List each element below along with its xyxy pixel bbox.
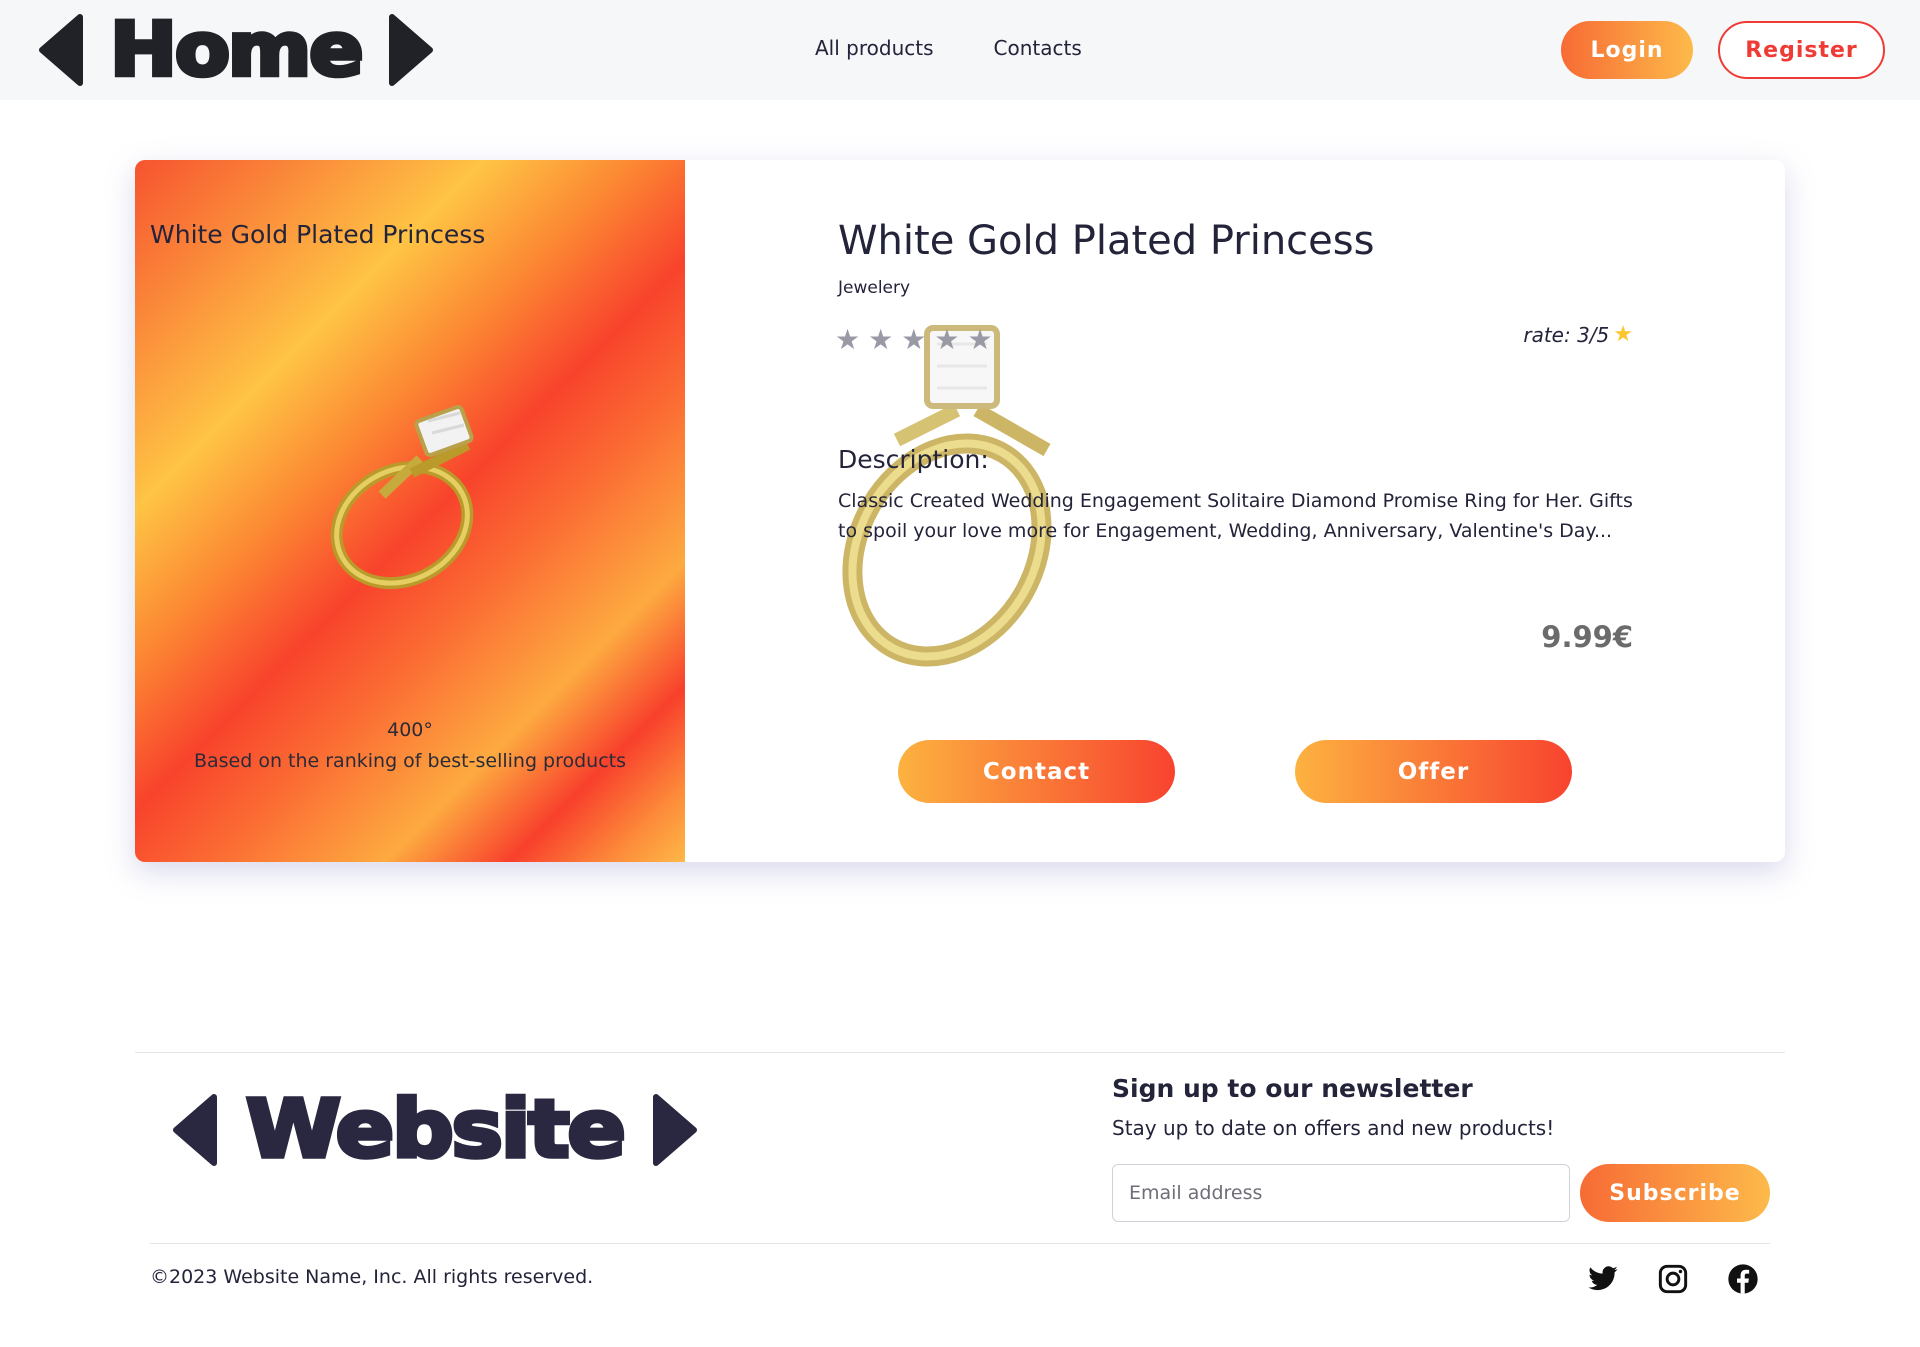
site-header: Home All products Contacts Login Registe…	[0, 0, 1920, 100]
nav-contacts[interactable]: Contacts	[994, 36, 1082, 60]
rate-label: rate: 3/5	[1523, 322, 1610, 347]
product-card: White Gold Plated Princess 400° Based on…	[135, 160, 1785, 862]
star-icon[interactable]: ★	[835, 323, 860, 356]
product-price: 9.99€	[1541, 620, 1633, 654]
rating-stars[interactable]: ★ ★ ★ ★ ★	[835, 323, 993, 356]
footer-divider	[150, 1243, 1770, 1244]
ring-image	[330, 405, 474, 590]
newsletter-title: Sign up to our newsletter	[1112, 1074, 1473, 1103]
footer-logo[interactable]: Website	[170, 1085, 700, 1175]
twitter-icon[interactable]	[1587, 1263, 1619, 1295]
product-details: White Gold Plated Princess Jewelery ★ ★ …	[685, 160, 1785, 862]
chevron-left-icon	[173, 1094, 217, 1166]
rank-note: Based on the ranking of best-selling pro…	[193, 750, 627, 772]
facebook-icon[interactable]	[1727, 1263, 1759, 1295]
copyright: ©2023 Website Name, Inc. All rights rese…	[150, 1266, 594, 1288]
description-heading: Description:	[838, 445, 989, 474]
main-nav: All products Contacts	[815, 36, 1082, 60]
newsletter-subtitle: Stay up to date on offers and new produc…	[1112, 1116, 1555, 1140]
star-icon[interactable]: ★	[967, 323, 992, 356]
star-icon[interactable]: ★	[934, 323, 959, 356]
rank-value: 400°	[387, 719, 433, 741]
login-button[interactable]: Login	[1561, 21, 1693, 79]
rating-summary: rate: 3/5 ★	[1523, 322, 1633, 347]
offer-button[interactable]: Offer	[1295, 740, 1572, 803]
brand-text: Home	[108, 6, 367, 93]
email-input[interactable]	[1112, 1164, 1570, 1222]
footer-divider	[135, 1052, 1785, 1053]
subscribe-button[interactable]: Subscribe	[1580, 1164, 1770, 1222]
contact-button[interactable]: Contact	[898, 740, 1175, 803]
star-icon[interactable]: ★	[901, 323, 926, 356]
banner-title: White Gold Plated Princess	[150, 220, 486, 249]
star-icon[interactable]: ★	[868, 323, 893, 356]
ranking-info: 400° Based on the ranking of best-sellin…	[135, 715, 685, 777]
register-button[interactable]: Register	[1718, 21, 1885, 79]
star-icon: ★	[1613, 322, 1633, 347]
chevron-right-icon	[652, 1094, 697, 1166]
product-category: Jewelery	[838, 278, 911, 298]
chevron-left-icon	[39, 14, 83, 86]
footer-brand-text: Website	[244, 1084, 629, 1176]
social-links	[1587, 1263, 1759, 1295]
nav-all-products[interactable]: All products	[815, 36, 934, 60]
brand-logo[interactable]: Home	[36, 8, 436, 92]
product-description: Classic Created Wedding Engagement Solit…	[838, 490, 1633, 542]
product-card-banner: White Gold Plated Princess 400° Based on…	[135, 160, 685, 862]
chevron-right-icon	[388, 14, 433, 86]
instagram-icon[interactable]	[1657, 1263, 1689, 1295]
product-title: White Gold Plated Princess	[838, 218, 1375, 264]
